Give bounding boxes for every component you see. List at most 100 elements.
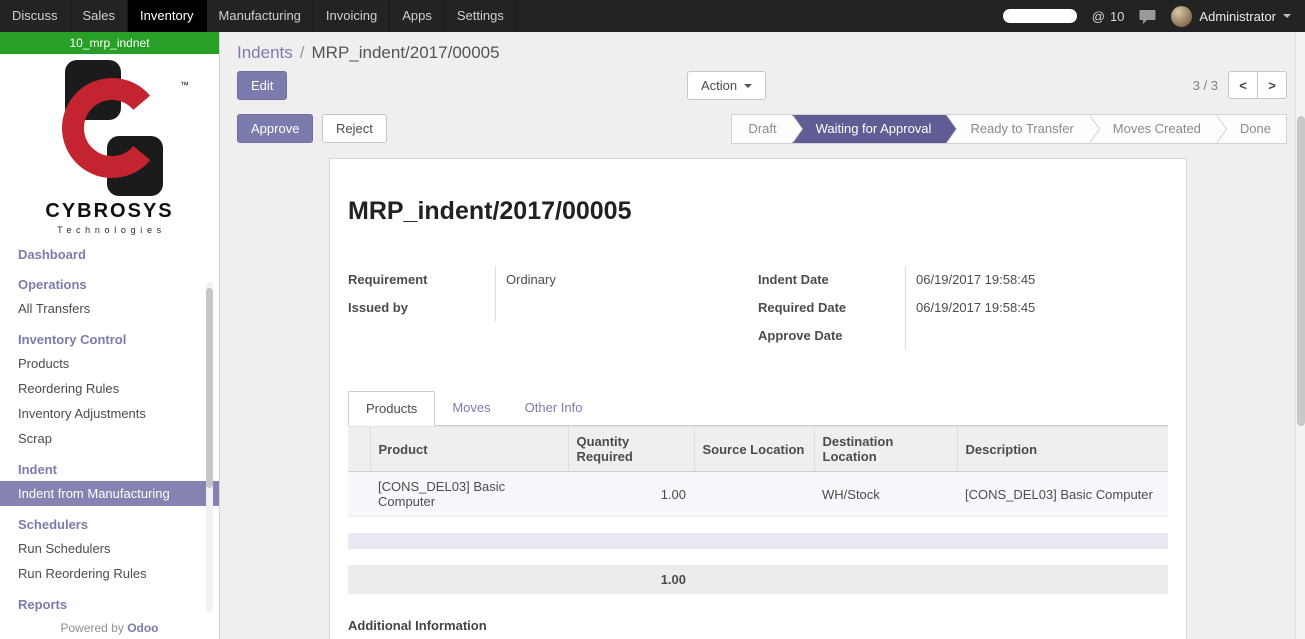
topbar-menu-inventory[interactable]: Inventory (128, 0, 206, 32)
field-label-issued-by: Issued by (348, 294, 496, 322)
breadcrumb-separator: / (300, 43, 305, 62)
sidebar-item-all-transfers[interactable]: All Transfers (0, 296, 219, 321)
user-menu[interactable]: Administrator (1171, 6, 1291, 27)
record-title: MRP_indent/2017/00005 (348, 197, 1168, 226)
powered-by-text: Powered by (60, 621, 123, 635)
main-content: Indents / MRP_indent/2017/00005 Edit Actio… (221, 32, 1295, 639)
sidebar-section-operations: Operations (0, 273, 219, 296)
cell-quantity: 1.00 (568, 472, 694, 517)
table-total-row: 1.00 (348, 565, 1168, 594)
stage-waiting-for-approval[interactable]: Waiting for Approval (792, 115, 947, 143)
field-label-requirement: Requirement (348, 266, 496, 294)
topbar-menu-discuss[interactable]: Discuss (0, 0, 71, 32)
sidebar-item-reordering-rules[interactable]: Reordering Rules (0, 376, 219, 401)
pager: 3 / 3 < > (1193, 71, 1287, 99)
empty-row (348, 549, 1168, 565)
column-header-product[interactable]: Product (370, 427, 568, 472)
sidebar-item-products[interactable]: Products (0, 351, 219, 376)
sidebar-item-inventory-adjustments[interactable]: Inventory Adjustments (0, 401, 219, 426)
tab-other-info[interactable]: Other Info (508, 391, 600, 426)
vertical-scrollbar[interactable] (1295, 32, 1305, 639)
sidebar-item-scrap[interactable]: Scrap (0, 426, 219, 451)
field-label-approve-date: Approve Date (758, 322, 906, 350)
cell-product: [CONS_DEL03] Basic Computer (370, 472, 568, 517)
empty-row (348, 517, 1168, 533)
tab-products[interactable]: Products (348, 391, 435, 426)
mention-count: 10 (1110, 9, 1124, 24)
topbar-menu-settings[interactable]: Settings (445, 0, 517, 32)
products-table: Product Quantity Required Source Locatio… (348, 426, 1168, 594)
field-value-issued-by (496, 294, 506, 322)
table-row[interactable]: [CONS_DEL03] Basic Computer 1.00 WH/Stoc… (348, 472, 1168, 517)
field-value-approve-date (906, 322, 916, 350)
stage-moves-created[interactable]: Moves Created (1089, 115, 1216, 143)
sidebar-item-run-reordering-rules[interactable]: Run Reordering Rules (0, 561, 219, 586)
column-header-description[interactable]: Description (957, 427, 1168, 472)
sidebar-menu: Dashboard Operations All Transfers Inven… (0, 243, 219, 616)
form-sheet: MRP_indent/2017/00005 Requirement Ordina… (329, 158, 1187, 639)
tab-moves[interactable]: Moves (435, 391, 507, 426)
approve-button[interactable]: Approve (237, 114, 313, 143)
field-value-indent-date: 06/19/2017 19:58:45 (906, 266, 1035, 294)
action-dropdown-button[interactable]: Action (687, 71, 766, 100)
chevron-down-icon (1283, 14, 1291, 18)
status-row: Approve Reject Draft Waiting for Approva… (221, 114, 1295, 144)
topbar-menu-apps[interactable]: Apps (390, 0, 445, 32)
pager-previous-button[interactable]: < (1228, 71, 1258, 99)
stage-ready-to-transfer[interactable]: Ready to Transfer (946, 115, 1088, 143)
breadcrumb-indents[interactable]: Indents (237, 43, 293, 62)
edit-button[interactable]: Edit (237, 71, 287, 100)
sidebar-section-indent: Indent (0, 458, 219, 481)
sidebar-scrollbar[interactable] (206, 282, 213, 612)
notebook-tabs: Products Moves Other Info (348, 390, 1168, 426)
column-header-source-location[interactable]: Source Location (694, 427, 814, 472)
systray-progress-pill[interactable] (1003, 9, 1077, 23)
field-groups: Requirement Ordinary Issued by Indent Da… (348, 266, 1168, 350)
field-label-required-date: Required Date (758, 294, 906, 322)
scrollbar-thumb[interactable] (1297, 116, 1305, 426)
user-avatar (1171, 6, 1192, 27)
cell-source-location (694, 472, 814, 517)
reject-button[interactable]: Reject (322, 114, 387, 143)
topbar-menus: Discuss Sales Inventory Manufacturing In… (0, 0, 517, 32)
pager-counter: 3 / 3 (1193, 78, 1218, 93)
sidebar: 10_mrp_indnet ™ CYBROSYS Technologies Da… (0, 32, 220, 639)
database-banner: 10_mrp_indnet (0, 32, 219, 54)
action-label: Action (701, 78, 737, 93)
sidebar-item-run-schedulers[interactable]: Run Schedulers (0, 536, 219, 561)
odoo-link[interactable]: Odoo (127, 621, 158, 635)
sidebar-scrollbar-thumb[interactable] (206, 288, 213, 488)
sidebar-section-inventory-control: Inventory Control (0, 328, 219, 351)
stage-draft[interactable]: Draft (732, 115, 791, 143)
quantity-total: 1.00 (568, 565, 694, 594)
company-logo: ™ CYBROSYS Technologies (0, 54, 219, 235)
brand-name: CYBROSYS (0, 200, 219, 223)
cybrosys-logo-icon (35, 58, 185, 200)
table-header-row: Product Quantity Required Source Locatio… (348, 427, 1168, 472)
sidebar-section-reports: Reports (0, 593, 219, 616)
sidebar-item-indent-from-manufacturing[interactable]: Indent from Manufacturing (0, 481, 219, 506)
field-label-indent-date: Indent Date (758, 266, 906, 294)
field-value-required-date: 06/19/2017 19:58:45 (906, 294, 1035, 322)
column-header-destination-location[interactable]: Destination Location (814, 427, 957, 472)
topbar-menu-invoicing[interactable]: Invoicing (314, 0, 390, 32)
empty-row (348, 533, 1168, 549)
chevron-down-icon (744, 84, 752, 88)
topbar: Discuss Sales Inventory Manufacturing In… (0, 0, 1305, 32)
topbar-menu-manufacturing[interactable]: Manufacturing (207, 0, 314, 32)
brand-subtitle: Technologies (0, 225, 219, 235)
trademark-symbol: ™ (180, 80, 189, 90)
breadcrumb-current: MRP_indent/2017/00005 (312, 43, 500, 62)
sidebar-section-schedulers: Schedulers (0, 513, 219, 536)
cell-description: [CONS_DEL03] Basic Computer (957, 472, 1168, 517)
topbar-menu-sales[interactable]: Sales (71, 0, 129, 32)
mention-badge[interactable]: @ 10 (1092, 9, 1125, 24)
powered-by: Powered by Odoo (0, 621, 219, 635)
column-header-quantity-required[interactable]: Quantity Required (568, 427, 694, 472)
pager-next-button[interactable]: > (1257, 71, 1287, 99)
statusbar: Draft Waiting for Approval Ready to Tran… (731, 114, 1287, 144)
field-value-requirement: Ordinary (496, 266, 556, 294)
chat-bubble-icon[interactable] (1139, 9, 1156, 24)
systray: @ 10 Administrator (1003, 0, 1305, 32)
row-handle-column-header (348, 427, 370, 472)
